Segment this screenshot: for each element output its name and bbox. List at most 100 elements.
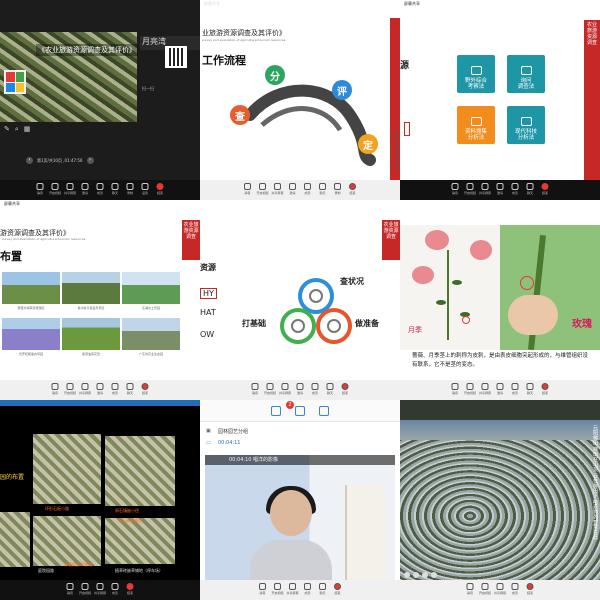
participant-tile-6[interactable]: 月季 玫瑰 蔷薇、月季茎上的刺称为皮刺，是由表皮细胞突起形成的，与维管组织没有联… — [400, 200, 600, 400]
pen-icon[interactable]: ✎ — [4, 125, 10, 134]
chat-button[interactable]: 聊天 — [110, 183, 121, 198]
end-meeting-button[interactable]: 结束 — [540, 183, 551, 198]
participant-tile-2[interactable]: 屏幕共享 业旅游资源调查及其评价》 survey and evaluation … — [200, 0, 400, 200]
mute-button[interactable]: 静音 — [35, 183, 46, 198]
mute-button[interactable]: 静音 — [242, 183, 253, 198]
invite-button[interactable]: 邀请 — [287, 183, 298, 198]
members-button[interactable]: 成员 — [510, 583, 521, 598]
mute-button[interactable]: 静音 — [450, 183, 461, 198]
slide-controls: ✎ ⌕ ▦ — [4, 125, 30, 134]
invite-button[interactable]: 邀请 — [495, 183, 506, 198]
participant-tile-5[interactable]: 农业旅游资源调查 资源 HY HAT OW 查状况 打基础 做准备 静音 开启视… — [200, 200, 400, 400]
video-button[interactable]: 开启视频 — [479, 583, 491, 598]
end-meeting-button[interactable]: 结束 — [332, 583, 343, 598]
mute-button[interactable]: 静音 — [465, 583, 476, 598]
members-button[interactable]: 成员 — [110, 583, 121, 598]
slide-caption: 蔷薇、月季茎上的刺称为皮刺，是由表皮细胞突起形成的，与维管组织没有联系，它不是茎… — [412, 353, 589, 368]
monitor-icon — [520, 66, 532, 75]
mute-button[interactable]: 静音 — [257, 583, 268, 598]
share-screen-button[interactable]: 共享屏幕 — [272, 183, 284, 198]
foundation-ring — [280, 308, 316, 344]
invite-button[interactable]: 邀请 — [95, 383, 106, 398]
method-tile-technology[interactable]: 现代科技 分析法 — [507, 106, 545, 144]
method-tile-documents[interactable]: 资料搜集 分析法 — [457, 106, 495, 144]
mute-button[interactable]: 静音 — [65, 583, 76, 598]
pause-icon[interactable] — [413, 572, 419, 578]
video-button[interactable]: 开启视频 — [79, 583, 91, 598]
record-button[interactable]: 录制 — [332, 183, 343, 198]
end-meeting-button[interactable]: 结束 — [125, 583, 136, 598]
share-screen-button[interactable]: 共享屏幕 — [287, 583, 299, 598]
share-screen-button[interactable]: 共享屏幕 — [479, 183, 491, 198]
end-meeting-button[interactable]: 结束 — [525, 583, 536, 598]
video-button[interactable]: 开启视频 — [264, 383, 276, 398]
video-button[interactable]: 开启视频 — [464, 383, 476, 398]
volume-icon[interactable] — [431, 572, 437, 578]
share-screen-button[interactable]: 共享屏幕 — [94, 583, 106, 598]
members-button[interactable]: 成员 — [302, 583, 313, 598]
record-button[interactable]: 录制 — [125, 183, 136, 198]
finger-photo — [508, 295, 558, 335]
members-button[interactable]: 成员 — [510, 183, 521, 198]
invite-button[interactable]: 邀请 — [495, 383, 506, 398]
end-meeting-button[interactable]: 结束 — [140, 383, 151, 398]
video-button[interactable]: 开启视频 — [49, 183, 61, 198]
photo-caption: 广东省农业生态园 — [138, 352, 163, 356]
participant-tile-8[interactable]: 2 ▣ 园林园艺分组 ▭ 00:04:11 00:04:10 唱洋的影像 静音 … — [200, 400, 400, 600]
members-button[interactable]: 成员 — [95, 183, 106, 198]
invite-button[interactable]: 邀请 — [295, 383, 306, 398]
search-icon[interactable]: ⌕ — [15, 125, 19, 134]
participant-tile-7[interactable]: 园的布置 环形石板小路 卵石镶嵌小径 庭院园路 条石嵌草铺地 冰裂纹嵌草铺地 植… — [0, 400, 200, 600]
end-meeting-button[interactable]: 结束 — [155, 183, 166, 198]
contacts-icon[interactable] — [295, 405, 305, 416]
mute-button[interactable]: 静音 — [450, 383, 461, 398]
invite-button[interactable]: 邀请 — [80, 183, 91, 198]
mute-button[interactable]: 静音 — [250, 383, 261, 398]
apps-grid-icon[interactable] — [319, 405, 329, 416]
end-meeting-button[interactable]: 结束 — [340, 383, 351, 398]
participant-tile-1[interactable]: 《农业旅游资源调查及其评价》 月亮湾 扫一扫 ✎ ⌕ ▦ ‹ 第1页/共10页 … — [0, 0, 200, 200]
next-slide-button[interactable]: › — [86, 157, 94, 164]
share-icon — [496, 583, 504, 590]
share-screen-button[interactable]: 共享屏幕 — [494, 583, 506, 598]
play-icon[interactable] — [404, 572, 410, 578]
prev-slide-button[interactable]: ‹ — [26, 157, 33, 164]
members-button[interactable]: 成员 — [310, 383, 321, 398]
participant-tile-9[interactable]: 元阳梯田 梯田在山顶 云在梯田下 哈尼族的智慧在此 静音 开启视频 共享屏幕 成… — [400, 400, 600, 600]
share-screen-button[interactable]: 共享屏幕 — [479, 383, 491, 398]
method-tile-inquiry[interactable]: 询问 调查法 — [507, 55, 545, 93]
share-screen-button[interactable]: 共享屏幕 — [279, 383, 291, 398]
video-button[interactable]: 开启视频 — [272, 583, 284, 598]
participant-tile-3[interactable]: 屏幕共享 源 农业旅游资源调查 野外综合 考察法 询问 调查法 资料搜集 分析法… — [400, 0, 600, 200]
video-button[interactable]: 开启视频 — [64, 383, 76, 398]
photo-caption: 东湖水上乐园 — [141, 306, 160, 310]
chat-icon — [526, 183, 534, 190]
grid-icon[interactable]: ▦ — [24, 125, 31, 134]
chat-icon[interactable] — [271, 405, 281, 416]
share-screen-button[interactable]: 共享屏幕 — [79, 383, 91, 398]
video-button[interactable]: 开启视频 — [257, 183, 269, 198]
settings-button[interactable]: 设置 — [140, 183, 151, 198]
mute-button[interactable]: 静音 — [50, 383, 61, 398]
members-button[interactable]: 成员 — [302, 183, 313, 198]
chat-button[interactable]: 聊天 — [525, 383, 536, 398]
chat-button[interactable]: 聊天 — [525, 183, 536, 198]
share-screen-button[interactable]: 共享屏幕 — [64, 183, 76, 198]
group-name[interactable]: 园林园艺分组 — [218, 428, 248, 435]
leaf — [452, 280, 462, 285]
end-meeting-button[interactable]: 结束 — [540, 383, 551, 398]
chat-button[interactable]: 聊天 — [125, 383, 136, 398]
end-meeting-button[interactable]: 结束 — [347, 183, 358, 198]
chat-button[interactable]: 聊天 — [317, 183, 328, 198]
method-tile-field[interactable]: 野外综合 考察法 — [457, 55, 495, 93]
stop-icon[interactable] — [422, 572, 428, 578]
chat-button[interactable]: 聊天 — [325, 383, 336, 398]
record-icon — [126, 183, 134, 190]
members-button[interactable]: 成员 — [510, 383, 521, 398]
video-button[interactable]: 开启视频 — [464, 183, 476, 198]
members-button[interactable]: 成员 — [110, 383, 121, 398]
gear-icon — [141, 183, 149, 190]
participant-tile-4[interactable]: 屏幕共享 游资源调查及其评价》 survey and evaluation of… — [0, 200, 200, 400]
chat-button[interactable]: 聊天 — [317, 583, 328, 598]
paving-photo — [105, 518, 175, 564]
